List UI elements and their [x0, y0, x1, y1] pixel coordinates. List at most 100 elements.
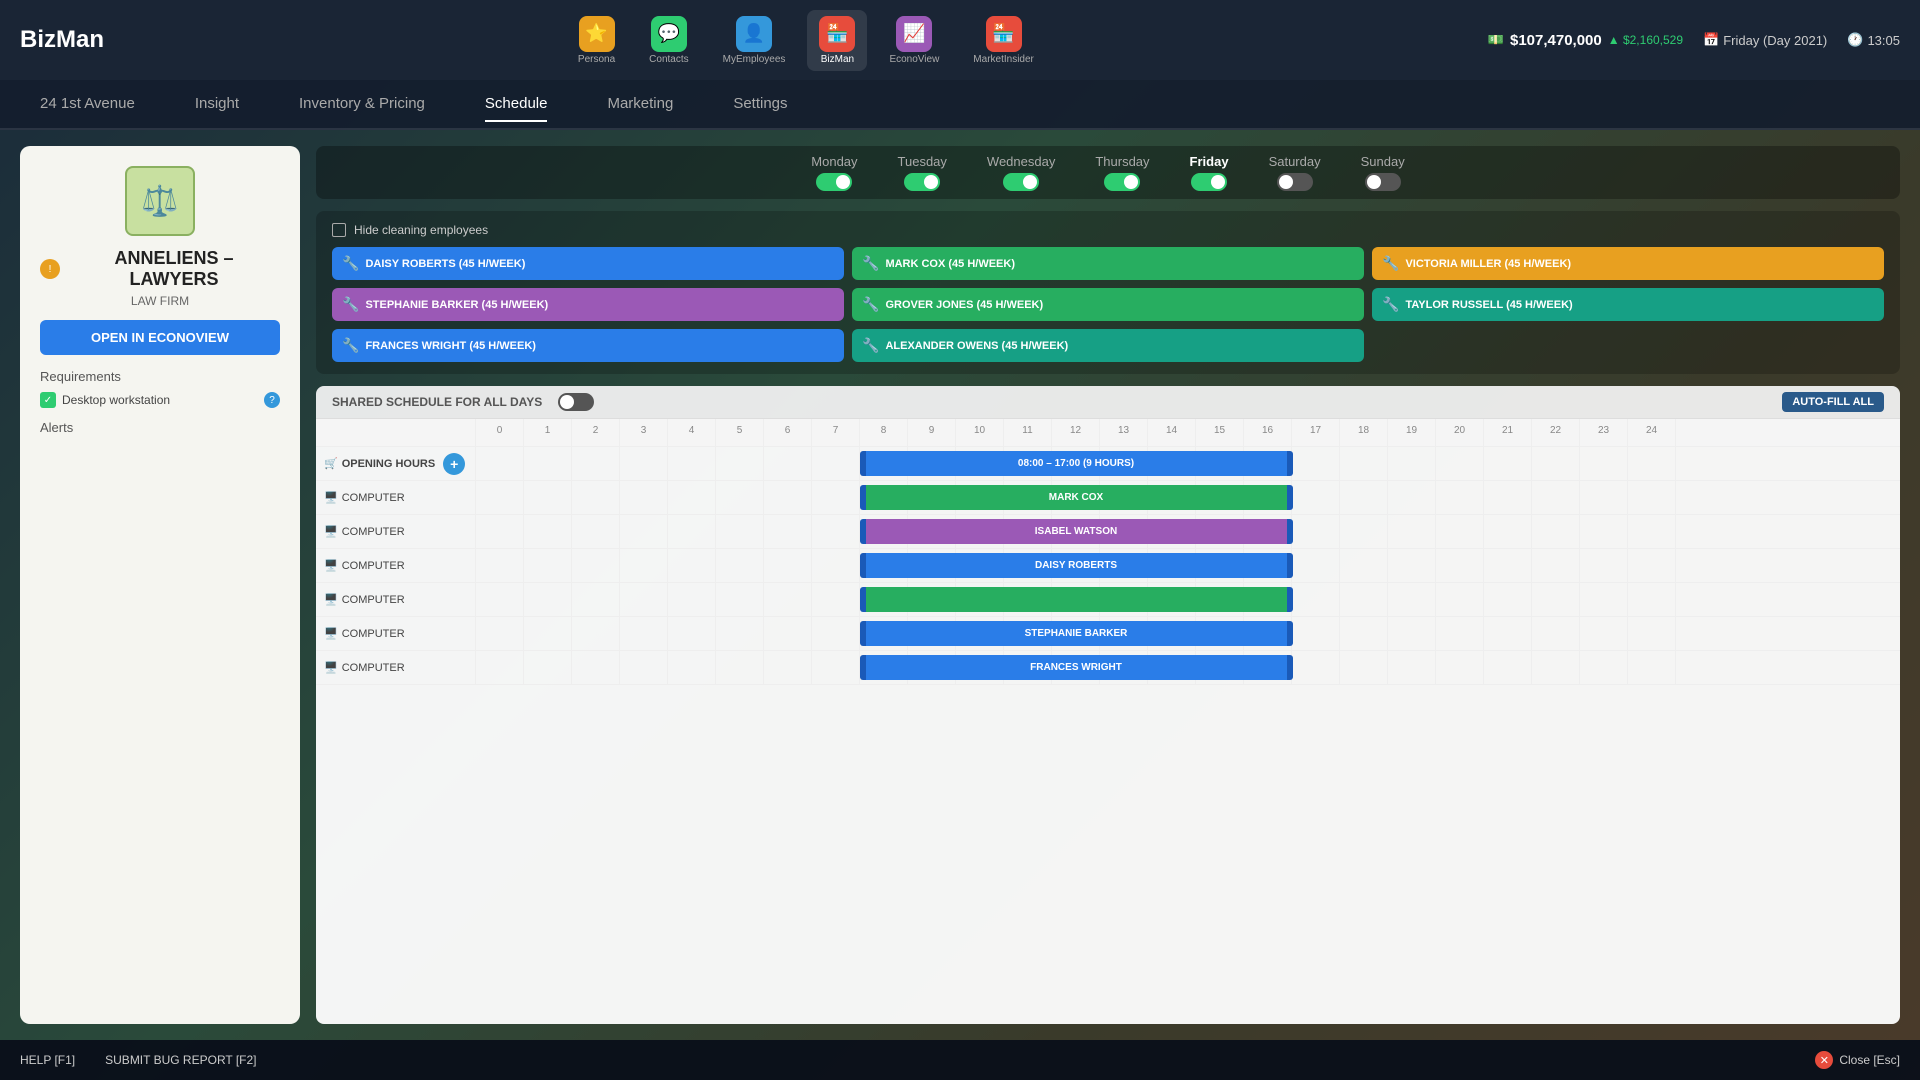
time-cell[interactable] — [1628, 481, 1676, 515]
time-cell[interactable] — [620, 617, 668, 651]
nav-marketinsider[interactable]: 🏪 MarketInsider — [961, 10, 1046, 71]
time-cell[interactable] — [1532, 447, 1580, 481]
time-cell[interactable] — [572, 515, 620, 549]
time-cell[interactable] — [1436, 617, 1484, 651]
req-help-button[interactable]: ? — [264, 392, 280, 408]
time-cell[interactable] — [1628, 549, 1676, 583]
time-cell[interactable] — [620, 583, 668, 617]
time-cell[interactable] — [668, 617, 716, 651]
time-cell[interactable] — [1292, 549, 1340, 583]
day-monday-toggle[interactable] — [816, 173, 852, 191]
bar-handle-left[interactable] — [860, 553, 866, 578]
time-cell[interactable] — [1388, 617, 1436, 651]
time-cell[interactable] — [1340, 515, 1388, 549]
time-cell[interactable] — [1484, 481, 1532, 515]
day-sunday-toggle[interactable] — [1365, 173, 1401, 191]
schedule-bar-5[interactable]: STEPHANIE BARKER — [865, 621, 1287, 646]
time-cell[interactable] — [572, 447, 620, 481]
schedule-bar-2[interactable]: ISABEL WATSON — [865, 519, 1287, 544]
time-cell[interactable] — [476, 447, 524, 481]
time-cell[interactable] — [524, 651, 572, 685]
schedule-bar-4[interactable] — [865, 587, 1287, 612]
hide-cleaning-checkbox[interactable] — [332, 223, 346, 237]
time-cell[interactable] — [1628, 447, 1676, 481]
time-cell[interactable] — [524, 583, 572, 617]
time-cell[interactable] — [1388, 549, 1436, 583]
bar-handle-right[interactable] — [1287, 485, 1293, 510]
time-cell[interactable] — [1292, 651, 1340, 685]
time-cell[interactable] — [524, 481, 572, 515]
time-cell[interactable] — [476, 515, 524, 549]
time-cell[interactable] — [1436, 583, 1484, 617]
time-cell[interactable] — [1580, 617, 1628, 651]
time-cell[interactable] — [1340, 447, 1388, 481]
bar-handle-right[interactable] — [1287, 451, 1293, 476]
time-cell[interactable] — [1340, 549, 1388, 583]
time-cell[interactable] — [716, 651, 764, 685]
nav-contacts[interactable]: 💬 Contacts — [637, 10, 700, 71]
time-cell[interactable] — [1388, 515, 1436, 549]
bar-handle-left[interactable] — [860, 451, 866, 476]
time-cell[interactable] — [668, 447, 716, 481]
time-cell[interactable] — [668, 583, 716, 617]
time-cell[interactable] — [524, 617, 572, 651]
time-cell[interactable] — [764, 651, 812, 685]
time-cell[interactable] — [1580, 549, 1628, 583]
time-cell[interactable] — [668, 515, 716, 549]
time-cell[interactable] — [1580, 447, 1628, 481]
time-cell[interactable] — [476, 549, 524, 583]
time-cell[interactable] — [620, 447, 668, 481]
time-cell[interactable] — [1484, 651, 1532, 685]
time-cell[interactable] — [1532, 549, 1580, 583]
time-cell[interactable] — [1484, 617, 1532, 651]
bar-handle-left[interactable] — [860, 621, 866, 646]
time-cell[interactable] — [1292, 617, 1340, 651]
bar-handle-right[interactable] — [1287, 621, 1293, 646]
time-cell[interactable] — [572, 617, 620, 651]
time-cell[interactable] — [812, 651, 860, 685]
time-cell[interactable] — [1628, 617, 1676, 651]
time-cell[interactable] — [1436, 651, 1484, 685]
schedule-bar-0[interactable]: 08:00 – 17:00 (9 HOURS) — [865, 451, 1287, 476]
time-cell[interactable] — [668, 549, 716, 583]
time-cell[interactable] — [716, 447, 764, 481]
bug-report-button[interactable]: SUBMIT BUG REPORT [F2] — [105, 1053, 256, 1067]
time-cell[interactable] — [620, 481, 668, 515]
time-cell[interactable] — [1292, 583, 1340, 617]
time-cell[interactable] — [764, 549, 812, 583]
time-cell[interactable] — [572, 481, 620, 515]
time-cell[interactable] — [764, 447, 812, 481]
time-cell[interactable] — [1532, 515, 1580, 549]
time-cell[interactable] — [524, 515, 572, 549]
time-cell[interactable] — [1436, 515, 1484, 549]
schedule-bar-1[interactable]: MARK COX — [865, 485, 1287, 510]
time-cell[interactable] — [812, 447, 860, 481]
time-cell[interactable] — [716, 515, 764, 549]
time-cell[interactable] — [1484, 549, 1532, 583]
nav-marketing[interactable]: Marketing — [607, 87, 673, 122]
time-cell[interactable] — [476, 583, 524, 617]
time-cell[interactable] — [1436, 447, 1484, 481]
nav-econoview[interactable]: 📈 EconoView — [877, 10, 951, 71]
time-cell[interactable] — [668, 651, 716, 685]
time-cell[interactable] — [524, 447, 572, 481]
day-thursday-toggle[interactable] — [1104, 173, 1140, 191]
time-cell[interactable] — [668, 481, 716, 515]
employee-chip-victoria[interactable]: 🔧 VICTORIA MILLER (45 H/WEEK) — [1372, 247, 1884, 280]
time-cell[interactable] — [1628, 515, 1676, 549]
time-cell[interactable] — [716, 583, 764, 617]
time-cell[interactable] — [1580, 515, 1628, 549]
time-cell[interactable] — [716, 549, 764, 583]
time-cell[interactable] — [620, 549, 668, 583]
nav-persona[interactable]: ⭐ Persona — [566, 10, 627, 71]
time-cell[interactable] — [476, 651, 524, 685]
nav-insight[interactable]: Insight — [195, 87, 239, 122]
time-cell[interactable] — [716, 481, 764, 515]
employee-chip-grover[interactable]: 🔧 GROVER JONES (45 H/WEEK) — [852, 288, 1364, 321]
time-cell[interactable] — [1340, 583, 1388, 617]
time-cell[interactable] — [1532, 617, 1580, 651]
add-opening-button[interactable]: + — [443, 453, 465, 475]
time-cell[interactable] — [812, 481, 860, 515]
shared-schedule-toggle[interactable] — [558, 393, 594, 411]
time-cell[interactable] — [1292, 447, 1340, 481]
